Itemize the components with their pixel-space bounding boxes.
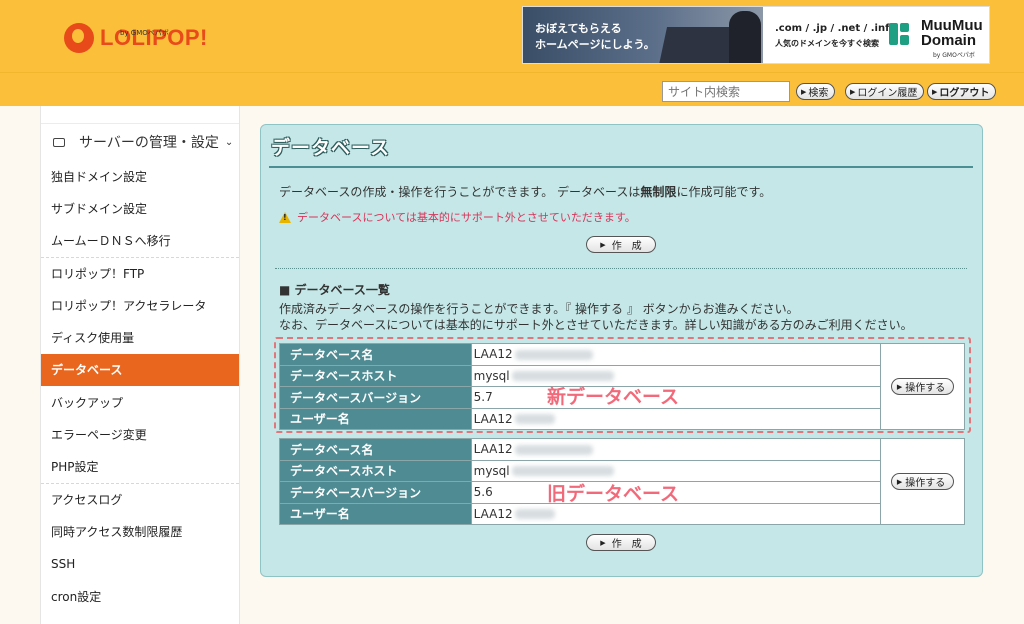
sidebar-top-spacer: [41, 106, 239, 124]
muumuu-line1: MuuMuu: [921, 17, 983, 34]
warning-icon: [279, 211, 291, 223]
create-database-button-bottom[interactable]: ▶ 作 成: [586, 534, 656, 551]
user-name-label: ユーザー名: [279, 502, 472, 525]
muumuu-domain-banner[interactable]: おぼえてもらえる ホームページにしよう。 .com / .jp / .net /…: [522, 6, 990, 64]
sidebar-item-concurrent-access[interactable]: 同時アクセス数制限履歴: [41, 515, 239, 547]
operate-button[interactable]: ▶ 操作する: [890, 473, 955, 491]
sidebar-item-muumuu-dns[interactable]: ムームーＤＮＳへ移行: [41, 225, 239, 257]
sidebar-item-subdomain[interactable]: サブドメイン設定: [41, 192, 239, 224]
muumuu-logo-text: MuuMuu Domain: [921, 18, 983, 48]
db-host-text: mysql: [473, 463, 510, 478]
title-divider: [269, 166, 973, 168]
laptop-illustration: [658, 27, 738, 63]
sidebar-category-server[interactable]: サーバーの管理・設定 ⌄: [41, 124, 239, 160]
intro-text-before: データベースの作成・操作を行うことができます。 データベースは: [279, 185, 641, 199]
page-title: データベース: [271, 137, 391, 159]
intro-text-bold: 無制限: [640, 185, 677, 199]
banner-photo: おぼえてもらえる ホームページにしよう。: [523, 7, 763, 63]
redacted-blur: [514, 444, 593, 455]
old-database-annotation: 旧データベース: [547, 483, 680, 505]
muumuu-logo-icon: [889, 23, 909, 45]
list-desc-line2: なお、データベースについては基本的にサポート外とさせていただきます。詳しい知識が…: [279, 318, 913, 332]
user-name-text: LAA12: [473, 506, 513, 521]
sidebar-item-custom-domain[interactable]: 独自ドメイン設定: [41, 160, 239, 192]
user-name-value: LAA12: [470, 502, 882, 525]
search-button[interactable]: ▶ 検索: [796, 83, 836, 100]
database-list-description: 作成済みデータベースの操作を行うことができます。『 操作する 』 ボタンからお進…: [279, 301, 913, 333]
section-divider: [275, 268, 967, 269]
muumuu-sub: by GMOペパボ: [933, 52, 975, 59]
arrow-right-icon: ▶: [896, 477, 903, 486]
sidebar-category-label: サーバーの管理・設定: [79, 135, 219, 151]
login-history-label: ログイン履歴: [857, 88, 918, 99]
server-icon: [53, 137, 65, 147]
db-name-value: LAA12: [470, 438, 882, 461]
create-button-label: 作 成: [611, 241, 642, 252]
arrow-right-icon: ▶: [932, 87, 938, 96]
sidebar-item-disk-usage[interactable]: ディスク使用量: [41, 321, 239, 353]
intro-text: データベースの作成・操作を行うことができます。 データベースは無制限に作成可能で…: [279, 183, 771, 200]
arrow-right-icon: ▶: [600, 240, 606, 249]
db-host-label: データベースホスト: [279, 459, 472, 482]
banner-domains: .com / .jp / .net / .info: [775, 23, 897, 34]
table-row: データベース名 LAA12 ▶ 操作する: [279, 438, 965, 525]
arrow-right-icon: ▶: [600, 538, 606, 547]
db-name-label: データベース名: [279, 438, 472, 461]
redacted-blur: [511, 466, 614, 477]
utility-bar: ▶ 検索 ▶ ログイン履歴 ▶ ログアウト: [0, 72, 1024, 106]
lolipop-logo[interactable]: LOLIPOP!: [64, 20, 208, 56]
sidebar-item-backup[interactable]: バックアップ: [41, 386, 239, 418]
search-button-label: 検索: [808, 88, 829, 99]
create-button-label: 作 成: [611, 539, 642, 550]
login-history-button[interactable]: ▶ ログイン履歴: [845, 83, 925, 100]
person-illustration: [729, 11, 761, 63]
sidebar-item-cron[interactable]: cron設定: [41, 580, 239, 612]
site-search-input[interactable]: [662, 81, 790, 102]
site-header: LOLIPOP! by GMOペパボ おぼえてもらえる ホームページにしよう。 …: [0, 0, 1024, 72]
list-desc-line1: 作成済みデータベースの操作を行うことができます。『 操作する 』 ボタンからお進…: [279, 302, 799, 316]
sidebar-item-ftp[interactable]: ロリポップ！FTP: [41, 256, 239, 289]
new-database-annotation: 新データベース: [547, 386, 680, 408]
support-warning-text: データベースについては基本的にサポート外とさせていただきます。: [297, 211, 636, 224]
banner-copy-line2: ホームページにしよう。: [535, 38, 655, 51]
intro-text-after: に作成可能です。: [676, 185, 772, 199]
banner-copy-line1: おぼえてもらえる: [535, 22, 622, 35]
redacted-blur: [514, 509, 555, 520]
sidebar-item-accelerator[interactable]: ロリポップ！アクセラレータ: [41, 289, 239, 321]
arrow-right-icon: ▶: [850, 87, 856, 96]
logout-button[interactable]: ▶ ログアウト: [927, 83, 997, 100]
chevron-down-icon: ⌄: [224, 136, 234, 148]
sidebar-item-ssh[interactable]: SSH: [41, 548, 239, 580]
sidebar-item-access-log[interactable]: アクセスログ: [41, 482, 239, 515]
db-version-label: データベースバージョン: [279, 481, 472, 504]
banner-copy: おぼえてもらえる ホームページにしよう。: [535, 21, 655, 53]
lolipop-logo-icon: [64, 23, 94, 53]
create-database-button[interactable]: ▶ 作 成: [586, 236, 656, 253]
support-warning: データベースについては基本的にサポート外とさせていただきます。: [279, 209, 636, 225]
banner-text-area: .com / .jp / .net / .info 人気のドメインを今すぐ検索 …: [763, 7, 989, 63]
logo-subtext: by GMOペパボ: [120, 29, 169, 37]
sidebar-item-database[interactable]: データベース: [41, 353, 239, 387]
database-list-heading: ■ データベース一覧: [279, 283, 390, 297]
sidebar-item-php-settings[interactable]: PHP設定: [41, 451, 239, 483]
banner-tagline: 人気のドメインを今すぐ検索: [775, 39, 879, 48]
operate-button-label: 操作する: [905, 478, 946, 490]
table-row: ユーザー名 LAA12: [279, 502, 965, 525]
muumuu-line2: Domain: [921, 32, 977, 49]
db-name-text: LAA12: [473, 442, 513, 457]
arrow-right-icon: ▶: [801, 87, 807, 96]
sidebar: サーバーの管理・設定 ⌄ 独自ドメイン設定 サブドメイン設定 ムームーＤＮＳへ移…: [40, 106, 240, 624]
sidebar-item-error-page[interactable]: エラーページ変更: [41, 418, 239, 450]
action-cell: ▶ 操作する: [880, 438, 965, 525]
logout-label: ログアウト: [939, 88, 990, 99]
